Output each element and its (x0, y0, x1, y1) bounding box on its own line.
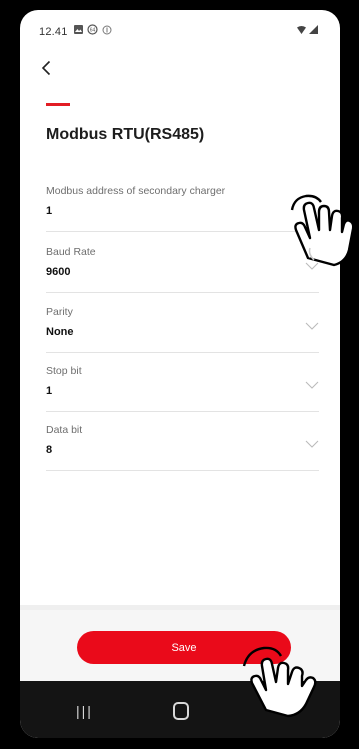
field-label: Parity (46, 306, 73, 318)
signal-icon (309, 25, 318, 34)
stop-bit-select[interactable]: Stop bit 1 (46, 365, 319, 412)
field-value: 1 (46, 205, 53, 217)
wifi-icon (297, 26, 307, 34)
field-label: Modbus address of secondary charger (46, 185, 226, 197)
field-value: None (46, 326, 74, 338)
page-title: Modbus RTU(RS485) (46, 126, 205, 143)
recents-icon[interactable]: ||| (76, 703, 93, 719)
tap-hand-icon (242, 646, 317, 718)
parity-select[interactable]: Parity None (46, 306, 319, 353)
image-icon (74, 25, 83, 34)
home-icon[interactable] (173, 702, 189, 720)
field-value: 1 (46, 385, 53, 397)
baud-rate-select[interactable]: Baud Rate 9600 (46, 246, 319, 293)
phone-screen: 12.41 64 Modbus RTU(RS485) Modbus addres… (20, 10, 340, 738)
chevron-down-icon (305, 440, 319, 448)
tap-hand-icon (290, 194, 355, 267)
field-value: 9600 (46, 266, 71, 278)
back-button[interactable] (32, 50, 60, 86)
field-value: 8 (46, 444, 53, 456)
field-label: Data bit (46, 424, 83, 436)
chevron-down-icon (305, 381, 319, 389)
modbus-address-field[interactable]: Modbus address of secondary charger 1 (46, 185, 319, 232)
status-icons: 64 (74, 24, 112, 35)
field-label: Stop bit (46, 365, 82, 377)
back-arrow-icon (41, 60, 51, 76)
signal-group (297, 25, 318, 37)
data-bit-select[interactable]: Data bit 8 (46, 424, 319, 471)
data-icon: 64 (87, 24, 98, 35)
svg-text:64: 64 (90, 28, 96, 34)
sync-icon (102, 25, 112, 34)
status-time: 12.41 (39, 26, 68, 38)
status-bar: 12.41 64 (20, 10, 340, 46)
chevron-down-icon (305, 322, 319, 330)
title-accent-bar (46, 103, 70, 106)
field-label: Baud Rate (46, 246, 96, 258)
